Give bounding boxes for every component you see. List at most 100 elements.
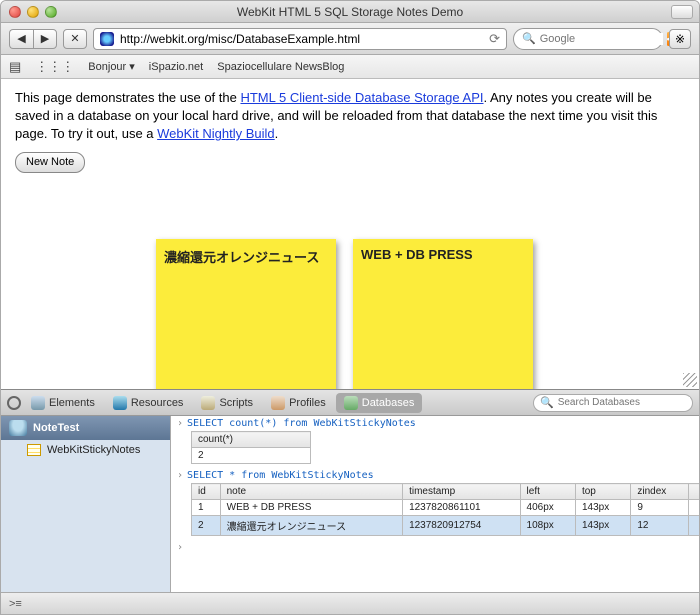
db-sidebar: NoteTest WebKitStickyNotes	[1, 416, 171, 592]
search-input[interactable]	[540, 33, 663, 45]
table-icon	[27, 444, 41, 456]
titlebar: WebKit HTML 5 SQL Storage Notes Demo	[1, 1, 699, 23]
profiles-icon	[271, 396, 285, 410]
database-icon	[9, 420, 27, 436]
elements-icon	[31, 396, 45, 410]
db-name-label: NoteTest	[33, 422, 79, 434]
query-row[interactable]: › SELECT count(*) from WebKitStickyNotes	[177, 418, 693, 429]
tab-elements[interactable]: Elements	[23, 393, 103, 413]
browser-window: WebKit HTML 5 SQL Storage Notes Demo ◀ ▶…	[0, 0, 700, 615]
tab-label: Resources	[131, 397, 184, 409]
table-row[interactable]: 1WEB + DB PRESS1237820861101406px143px9	[192, 500, 700, 516]
resources-icon	[113, 396, 127, 410]
cell	[689, 516, 699, 536]
devtools-statusbar: >≡	[1, 592, 699, 614]
chevron-right-icon: ›	[177, 470, 183, 481]
topsites-icon[interactable]: ⋮⋮⋮	[35, 59, 74, 75]
nav-buttons: ◀ ▶	[9, 29, 57, 49]
col-header: id	[192, 484, 221, 500]
bug-button[interactable]: ※	[669, 29, 691, 49]
col-header: note	[220, 484, 402, 500]
query-text: SELECT count(*) from WebKitStickyNotes	[187, 418, 416, 429]
page-body: This page demonstrates the use of the HT…	[1, 79, 699, 183]
browser-toolbar: ◀ ▶ ✕ ⟳ 🔍 • ※	[1, 23, 699, 55]
result-table: count(*) 2	[191, 431, 311, 464]
bookmarks-bar: ▤ ⋮⋮⋮ Bonjour ▾ iSpazio.net Spaziocellul…	[1, 55, 699, 79]
cell: 1237820861101	[403, 500, 520, 516]
tab-scripts[interactable]: Scripts	[193, 393, 261, 413]
tab-label: Elements	[49, 397, 95, 409]
search-icon: 🔍	[522, 32, 536, 45]
col-header	[689, 484, 699, 500]
devtools-search-input[interactable]	[558, 397, 690, 408]
forward-button[interactable]: ▶	[33, 29, 57, 49]
cell: 12	[631, 516, 689, 536]
devtools: Elements Resources Scripts Profiles Data…	[1, 389, 699, 614]
col-header: zindex	[631, 484, 689, 500]
col-header: left	[520, 484, 575, 500]
tab-label: Databases	[362, 397, 415, 409]
devtools-tabs: Elements Resources Scripts Profiles Data…	[1, 390, 699, 416]
bookmark-item[interactable]: Spaziocellulare NewsBlog	[217, 61, 344, 73]
tab-label: Profiles	[289, 397, 326, 409]
sidebar-db[interactable]: NoteTest	[1, 416, 170, 440]
sticky-note[interactable]: WEB + DB PRESSLast Modified: 2009-3-24 0…	[353, 239, 533, 389]
stop-button[interactable]: ✕	[63, 29, 87, 49]
table-name-label: WebKitStickyNotes	[47, 444, 140, 456]
chevron-right-icon: ›	[177, 542, 183, 553]
resize-corner-icon[interactable]	[683, 373, 697, 387]
cell: 143px	[575, 516, 630, 536]
search-bar[interactable]: 🔍 •	[513, 28, 663, 50]
intro-text: .	[275, 126, 279, 141]
cell: 2	[192, 448, 311, 464]
chevron-right-icon: ›	[177, 418, 183, 429]
devtools-search[interactable]: 🔍	[533, 394, 693, 412]
console-toggle[interactable]: >≡	[9, 598, 22, 610]
cell: 1	[192, 500, 221, 516]
note-text[interactable]: WEB + DB PRESS	[353, 239, 533, 389]
databases-icon	[344, 396, 358, 410]
cell: 2	[192, 516, 221, 536]
result-table: idnotetimestamplefttopzindex1WEB + DB PR…	[191, 483, 699, 536]
sidebar-table[interactable]: WebKitStickyNotes	[1, 440, 170, 460]
table-row[interactable]: 2濃縮還元オレンジニュース1237820912754108px143px12	[192, 516, 700, 536]
cell: 9	[631, 500, 689, 516]
search-icon: 🔍	[540, 396, 554, 409]
tab-label: Scripts	[219, 397, 253, 409]
sticky-note[interactable]: 濃縮還元オレンジニュースLast Modified: 2009-3-24 0:8…	[156, 239, 336, 389]
col-header: count(*)	[192, 432, 311, 448]
query-row[interactable]: ›SELECT * from WebKitStickyNotes	[177, 470, 693, 481]
new-note-button[interactable]: New Note	[15, 152, 85, 173]
address-bar[interactable]: ⟳	[93, 28, 507, 50]
bookmark-item[interactable]: iSpazio.net	[149, 61, 203, 73]
cell	[689, 500, 699, 516]
cell: 濃縮還元オレンジニュース	[220, 516, 402, 536]
nightly-link[interactable]: WebKit Nightly Build	[157, 126, 275, 141]
favicon-icon	[100, 32, 114, 46]
scripts-icon	[201, 396, 215, 410]
note-text[interactable]: 濃縮還元オレンジニュース	[156, 239, 336, 389]
cell: 1237820912754	[403, 516, 520, 536]
back-button[interactable]: ◀	[9, 29, 33, 49]
bug-icon: ※	[675, 32, 685, 46]
db-console: ›SELECT count(*) from WebKitStickyNotes …	[171, 416, 699, 592]
gear-icon[interactable]	[7, 396, 21, 410]
cell: 108px	[520, 516, 575, 536]
reload-icon[interactable]: ⟳	[489, 31, 500, 47]
bookmark-item[interactable]: Bonjour ▾	[88, 60, 135, 73]
url-input[interactable]	[120, 32, 483, 46]
cell: 143px	[575, 500, 630, 516]
devtools-body: NoteTest WebKitStickyNotes › SELECT count…	[1, 416, 699, 592]
window-title: WebKit HTML 5 SQL Storage Notes Demo	[1, 5, 699, 19]
col-header: timestamp	[403, 484, 520, 500]
bookmarks-icon[interactable]: ▤	[9, 59, 21, 75]
col-header: top	[575, 484, 630, 500]
tab-profiles[interactable]: Profiles	[263, 393, 334, 413]
tab-databases[interactable]: Databases	[336, 393, 423, 413]
cell: WEB + DB PRESS	[220, 500, 402, 516]
intro-text: This page demonstrates the use of the	[15, 90, 240, 105]
cell: 406px	[520, 500, 575, 516]
api-link[interactable]: HTML 5 Client-side Database Storage API	[240, 90, 483, 105]
query-prompt[interactable]: ›	[177, 542, 693, 553]
tab-resources[interactable]: Resources	[105, 393, 192, 413]
